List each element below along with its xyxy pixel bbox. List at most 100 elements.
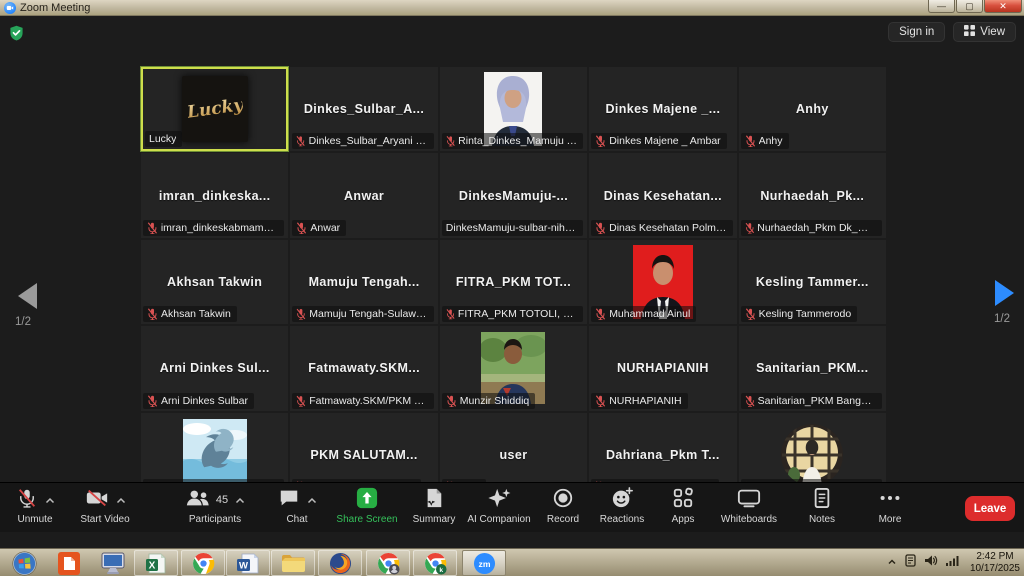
svg-text:zm: zm xyxy=(478,558,490,568)
toolbar-item-label: Unmute xyxy=(17,514,52,525)
participant-name-label: imran_dinkeskabmamasa xyxy=(161,222,279,234)
windows-taskbar: 2:42 PM 10/17/2025 X Wk zm xyxy=(0,548,1024,576)
participant-tile[interactable]: Dinas Kesehatan...Dinas Kesehatan Polman xyxy=(589,153,736,237)
taskbar-clock[interactable]: 2:42 PM 10/17/2025 xyxy=(966,551,1020,575)
participant-name-label: Nurhaedah_Pkm Dk_Mateng xyxy=(757,222,876,234)
previous-page-arrow[interactable] xyxy=(18,283,37,309)
volume-icon[interactable] xyxy=(924,554,938,572)
toolbar-item-label: Participants xyxy=(189,514,241,525)
participant-name-tag: NURHAPIANIH xyxy=(591,393,687,409)
participant-name-label: Dinkes_Sulbar_Aryani Musp... xyxy=(309,135,428,147)
participant-name-label: Munzir Shiddiq xyxy=(460,395,529,407)
participant-tile[interactable]: Rinta_Dinkes_Mamuju Teng... xyxy=(440,67,587,151)
taskbar-chrome-green-icon[interactable]: k xyxy=(413,550,457,576)
toolbar-item-label: More xyxy=(879,514,902,525)
participant-tile[interactable]: Kesling Tammer...Kesling Tammerodo xyxy=(739,240,886,324)
participant-name-label: FITRA_PKM TOTOLI, Kab.M... xyxy=(458,308,577,320)
muted-mic-icon xyxy=(296,308,306,320)
svg-text:X: X xyxy=(149,560,156,571)
minimize-button[interactable]: — xyxy=(928,0,955,13)
chevron-up-icon[interactable] xyxy=(307,497,317,504)
taskbar-zoom-app-icon[interactable]: zm xyxy=(462,550,506,576)
participant-tile[interactable]: Sanitarian_PKM...Sanitarian_PKM Banggae … xyxy=(739,326,886,410)
participant-name-tag: Rinta_Dinkes_Mamuju Teng... xyxy=(442,133,583,149)
next-page-arrow[interactable] xyxy=(995,280,1014,306)
more-button[interactable]: More xyxy=(842,488,938,525)
lucky-script-text: Lucky xyxy=(185,95,244,123)
participant-tile[interactable]: AnhyAnhy xyxy=(739,67,886,151)
chevron-up-icon[interactable] xyxy=(116,497,126,504)
muted-mic-icon xyxy=(595,135,606,147)
network-signal-icon[interactable] xyxy=(945,554,959,572)
taskbar-pdf-app-icon[interactable] xyxy=(47,550,91,576)
participant-tile[interactable]: AnwarAnwar xyxy=(290,153,437,237)
hidden-icons-arrow-icon[interactable] xyxy=(887,554,897,572)
taskbar-excel-icon[interactable]: X xyxy=(134,550,178,576)
participant-tile[interactable]: Muhammad Ainul xyxy=(589,240,736,324)
participant-name-tag: Arni Dinkes Sulbar xyxy=(143,393,254,409)
participant-tile[interactable]: FITRA_PKM TOT...FITRA_PKM TOTOLI, Kab.M.… xyxy=(440,240,587,324)
chevron-up-icon[interactable] xyxy=(45,497,55,504)
svg-text:W: W xyxy=(239,560,248,571)
zoom-meeting-window: Zoom Meeting — ▢ ✕ Sign in View LuckyLuc… xyxy=(0,0,1024,576)
muted-mic-icon xyxy=(147,395,158,407)
participant-tile[interactable]: Akhsan TakwinAkhsan Takwin xyxy=(141,240,288,324)
participant-avatar xyxy=(780,423,844,487)
muted-mic-icon xyxy=(296,222,307,234)
page-indicator-right: 1/2 xyxy=(994,313,1010,325)
participant-tile[interactable]: Mamuju Tengah...Mamuju Tengah-Sulawesi .… xyxy=(290,240,437,324)
muted-mic-icon xyxy=(446,395,457,407)
participant-tile[interactable]: NURHAPIANIHNURHAPIANIH xyxy=(589,326,736,410)
participant-name-label: Mamuju Tengah-Sulawesi ... xyxy=(309,308,428,320)
toolbar-item-label: Whiteboards xyxy=(721,514,777,525)
meeting-security-shield-icon[interactable] xyxy=(9,25,24,46)
sign-in-label: Sign in xyxy=(899,26,934,38)
window-titlebar[interactable]: Zoom Meeting — ▢ ✕ xyxy=(0,0,1024,16)
participant-name-tag: Kesling Tammerodo xyxy=(741,306,858,322)
ai-sparkle-icon xyxy=(487,487,511,514)
taskbar-chrome-icon[interactable] xyxy=(181,550,225,576)
taskbar-show-desktop-icon[interactable] xyxy=(91,550,135,576)
more-dots-icon xyxy=(878,487,902,514)
participant-tile[interactable]: LuckyLucky xyxy=(141,67,288,151)
participant-tile[interactable]: Fatmawaty.SKM...Fatmawaty.SKM/PKM Tam... xyxy=(290,326,437,410)
participant-name-tag: Dinkes Majene _ Ambar xyxy=(591,133,726,149)
view-button[interactable]: View xyxy=(953,22,1016,42)
participant-name-tag: Lucky xyxy=(145,131,182,147)
system-tray: 2:42 PM 10/17/2025 xyxy=(887,549,1024,576)
participant-tile[interactable]: imran_dinkeska...imran_dinkeskabmamasa xyxy=(141,153,288,237)
chevron-up-icon[interactable] xyxy=(235,497,245,504)
participant-tile[interactable]: Arni Dinkes Sul...Arni Dinkes Sulbar xyxy=(141,326,288,410)
taskbar-start-icon[interactable] xyxy=(2,550,46,576)
zoom-app-icon xyxy=(4,2,16,14)
muted-mic-icon xyxy=(296,135,305,147)
participant-name-tag: Anwar xyxy=(292,220,346,236)
taskbar-firefox-icon[interactable] xyxy=(318,550,362,576)
leave-button[interactable]: Leave xyxy=(965,496,1015,521)
maximize-button[interactable]: ▢ xyxy=(956,0,983,13)
participant-name-label: Rinta_Dinkes_Mamuju Teng... xyxy=(458,135,577,147)
participant-tile[interactable]: Nurhaedah_Pk...Nurhaedah_Pkm Dk_Mateng xyxy=(739,153,886,237)
participant-name-tag: DinkesMamuju-sulbar-nihlah xyxy=(442,220,583,236)
taskbar-file-explorer-icon[interactable] xyxy=(271,550,315,576)
participant-tile[interactable]: Dinkes Majene _...Dinkes Majene _ Ambar xyxy=(589,67,736,151)
participant-name-label: Dinkes Majene _ Ambar xyxy=(609,135,720,147)
sign-in-button[interactable]: Sign in xyxy=(888,22,945,42)
participant-name-label: NURHAPIANIH xyxy=(609,395,681,407)
meeting-area: Sign in View LuckyLuckyDinkes_Sulbar_A..… xyxy=(0,16,1024,548)
participant-tile[interactable]: Munzir Shiddiq xyxy=(440,326,587,410)
taskbar-chrome-profile-icon[interactable] xyxy=(366,550,410,576)
taskbar-word-icon[interactable]: W xyxy=(226,550,270,576)
action-center-icon[interactable] xyxy=(904,554,917,573)
participant-name-label: Anhy xyxy=(759,135,783,147)
participant-name-tag: Akhsan Takwin xyxy=(143,306,237,322)
participants-icon xyxy=(185,487,211,514)
muted-mic-icon xyxy=(745,135,756,147)
summary-doc-icon xyxy=(424,487,444,514)
participant-tile[interactable]: Dinkes_Sulbar_A...Dinkes_Sulbar_Aryani M… xyxy=(290,67,437,151)
close-button[interactable]: ✕ xyxy=(984,0,1022,13)
muted-mic-icon xyxy=(147,308,158,320)
toolbar-item-label: Start Video xyxy=(80,514,129,525)
participant-tile[interactable]: DinkesMamuju-...DinkesMamuju-sulbar-nihl… xyxy=(440,153,587,237)
start-video-button[interactable]: Start Video xyxy=(57,488,153,525)
